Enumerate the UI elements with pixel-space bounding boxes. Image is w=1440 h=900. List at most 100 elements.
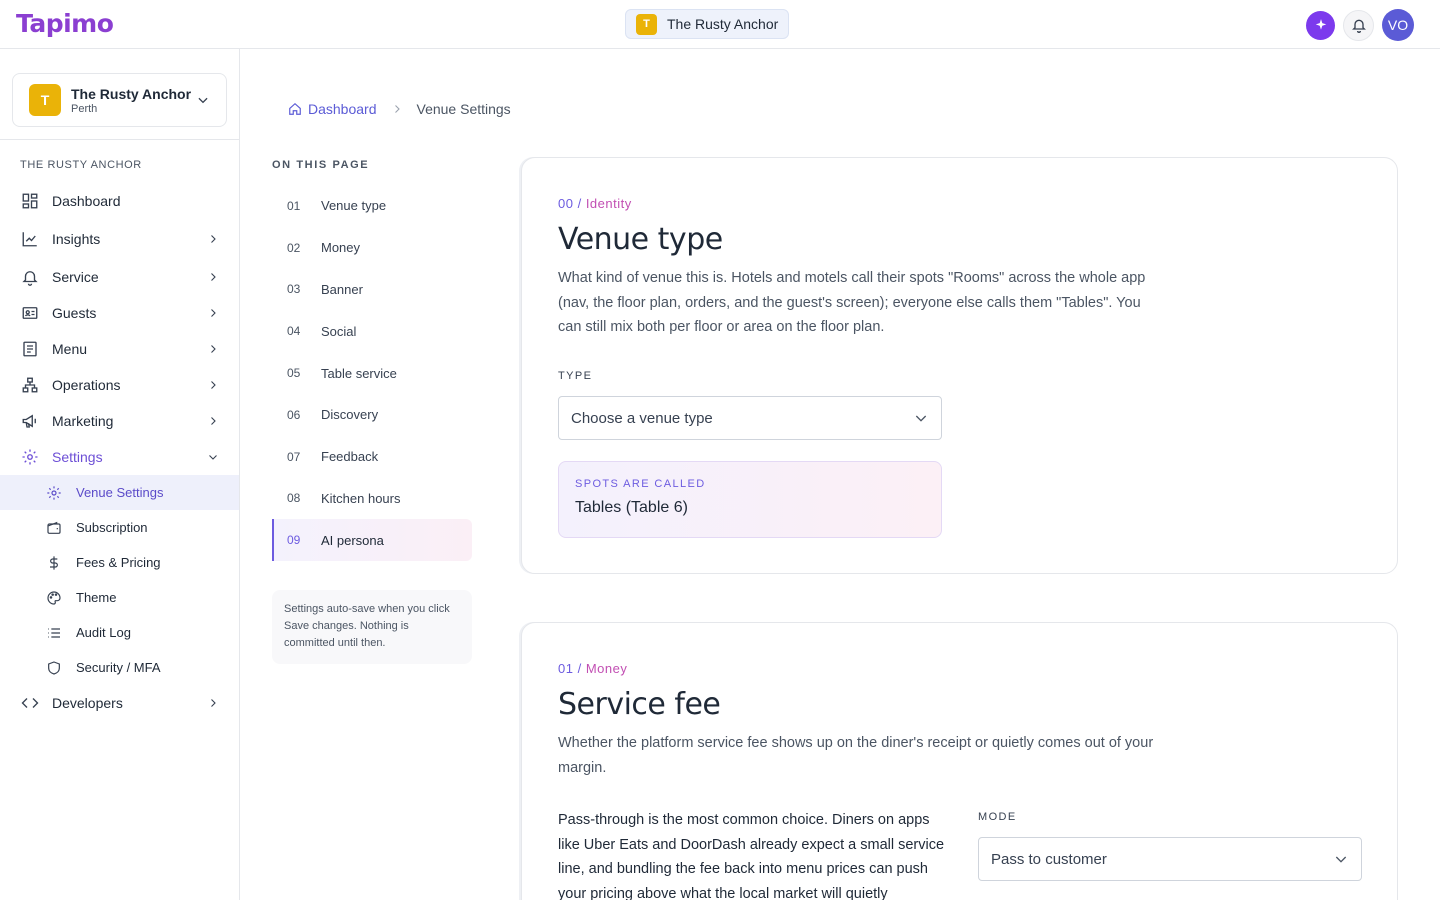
chevron-right-icon — [211, 235, 216, 243]
section-eyebrow: 00 / Identity — [558, 196, 632, 211]
toc-item-number: 08 — [287, 491, 301, 506]
section-group: Identity — [585, 196, 632, 211]
chevron-right-icon — [394, 105, 400, 113]
sidebar-subitem-subscription[interactable]: Subscription — [0, 510, 239, 545]
fee-mode-select-value: Pass to customer — [991, 850, 1107, 868]
toc-item-label: AI persona — [321, 532, 384, 548]
breadcrumb-home-link[interactable]: Dashboard — [288, 101, 377, 117]
chevron-right-icon — [211, 381, 216, 389]
toc-item-kitchen-hours[interactable]: 08 Kitchen hours — [272, 478, 472, 520]
sidebar-item-label: Insights — [52, 231, 101, 247]
section-number: 00 / — [558, 196, 582, 211]
chevron-down-icon — [915, 415, 927, 422]
section-number: 01 / — [558, 661, 582, 676]
sidebar-item-marketing[interactable]: Marketing — [0, 403, 239, 439]
sidebar-item-operations[interactable]: Operations — [0, 367, 239, 403]
shield-icon — [45, 659, 63, 677]
venue-selector-name: The Rusty Anchor — [71, 85, 192, 102]
sidebar-item-settings[interactable]: Settings — [0, 439, 239, 475]
spots-value: Tables (Table 6) — [575, 499, 688, 516]
section-title: Venue type — [558, 222, 723, 257]
sidebar-divider — [0, 139, 239, 140]
sidebar-item-label: Guests — [52, 305, 97, 321]
section-group: Money — [585, 661, 628, 676]
sidebar-item-service[interactable]: Service — [0, 259, 239, 295]
toc-item-feedback[interactable]: 07 Feedback — [272, 436, 472, 478]
autosave-note: Settings auto-save when you click Save c… — [272, 590, 472, 664]
venue-selector[interactable]: T The Rusty Anchor Perth — [12, 73, 227, 127]
chevron-right-icon — [211, 417, 216, 425]
palette-icon — [45, 589, 63, 607]
list-icon — [45, 624, 63, 642]
venue-type-card: 00 / Identity Venue type What kind of ve… — [521, 157, 1398, 574]
venue-switcher-pill[interactable]: T The Rusty Anchor — [625, 9, 790, 39]
ai-assistant-button[interactable] — [1306, 10, 1335, 40]
dollar-icon — [45, 554, 63, 572]
id-card-icon — [21, 304, 39, 322]
toc-list: 01 Venue type 02 Money 03 Banner 04 Social 0… — [272, 185, 472, 562]
venue-type-select[interactable]: Choose a venue type — [558, 396, 942, 440]
notifications-button[interactable] — [1343, 9, 1374, 41]
code-icon — [21, 694, 39, 712]
app-logo[interactable]: Tapimo — [16, 9, 114, 38]
toc-item-social[interactable]: 04 Social — [272, 310, 472, 352]
user-avatar[interactable]: VO — [1382, 9, 1414, 41]
chevron-right-icon — [211, 699, 216, 707]
sidebar-item-developers[interactable]: Developers — [0, 685, 239, 721]
sidebar-subitem-venue-settings[interactable]: Venue Settings — [0, 475, 239, 510]
venue-badge: T — [636, 13, 657, 35]
sidebar-subitem-label: Subscription — [76, 520, 148, 535]
megaphone-icon — [21, 412, 39, 430]
section-description: What kind of venue this is. Hotels and m… — [558, 270, 1146, 335]
gear-icon — [45, 484, 63, 502]
toc-item-venue-type[interactable]: 01 Venue type — [272, 185, 472, 227]
toc-item-discovery[interactable]: 06 Discovery — [272, 394, 472, 436]
sidebar-item-menu[interactable]: Menu — [0, 331, 239, 367]
chevron-right-icon — [211, 273, 216, 281]
breadcrumb-current: Venue Settings — [416, 101, 511, 117]
toc-item-number: 04 — [287, 324, 301, 339]
sidebar-subitem-theme[interactable]: Theme — [0, 580, 239, 615]
toc-item-label: Money — [321, 240, 361, 256]
toc-item-number: 09 — [287, 533, 301, 548]
sidebar-nav: Dashboard Insights Service Guests Menu O… — [0, 183, 239, 721]
chevron-down-icon — [209, 455, 217, 460]
chevron-right-icon — [211, 345, 216, 353]
sidebar-item-label: Menu — [52, 341, 88, 357]
toc-item-banner[interactable]: 03 Banner — [272, 269, 472, 311]
toc-item-number: 05 — [287, 366, 301, 381]
toc-item-number: 02 — [287, 240, 301, 255]
sidebar-subitem-audit-log[interactable]: Audit Log — [0, 615, 239, 650]
type-label: TYPE — [558, 370, 593, 382]
top-actions: VO — [1306, 9, 1414, 41]
sidebar-subitem-label: Venue Settings — [76, 485, 164, 500]
breadcrumb: Dashboard Venue Settings — [288, 101, 511, 117]
toc-item-label: Venue type — [321, 198, 387, 214]
toc-item-money[interactable]: 02 Money — [272, 227, 472, 269]
fee-mode-select[interactable]: Pass to customer — [978, 837, 1362, 881]
service-fee-card: 01 / Money Service fee Whether the platf… — [521, 622, 1398, 900]
sidebar-item-dashboard[interactable]: Dashboard — [0, 183, 239, 219]
sparkle-icon — [1315, 19, 1326, 30]
gear-icon — [21, 448, 39, 466]
toc-item-ai-persona[interactable]: 09 AI persona — [272, 519, 472, 562]
sidebar-item-guests[interactable]: Guests — [0, 295, 239, 331]
breadcrumb-home-label: Dashboard — [308, 101, 377, 117]
spots-label: SPOTS ARE CALLED — [575, 478, 706, 490]
section-eyebrow: 01 / Money — [558, 661, 627, 676]
venue-pill-name: The Rusty Anchor — [667, 16, 779, 32]
sidebar-item-insights[interactable]: Insights — [0, 219, 239, 259]
top-bar: Tapimo T The Rusty Anchor VO — [0, 0, 1440, 49]
wallet-icon — [45, 519, 63, 537]
toc-item-table-service[interactable]: 05 Table service — [272, 352, 472, 394]
toc-item-label: Kitchen hours — [321, 490, 401, 506]
spots-preview: SPOTS ARE CALLED Tables (Table 6) — [558, 461, 942, 538]
sidebar-item-label: Marketing — [52, 413, 114, 429]
sidebar-subitem-fees-pricing[interactable]: Fees & Pricing — [0, 545, 239, 580]
toc-item-label: Banner — [321, 281, 363, 297]
dashboard-icon — [21, 192, 39, 210]
sidebar-subitem-security-mfa[interactable]: Security / MFA — [0, 650, 239, 685]
sidebar-item-label: Dashboard — [52, 193, 121, 209]
sidebar-subitem-label: Security / MFA — [76, 660, 161, 675]
toc-item-number: 03 — [287, 282, 301, 297]
